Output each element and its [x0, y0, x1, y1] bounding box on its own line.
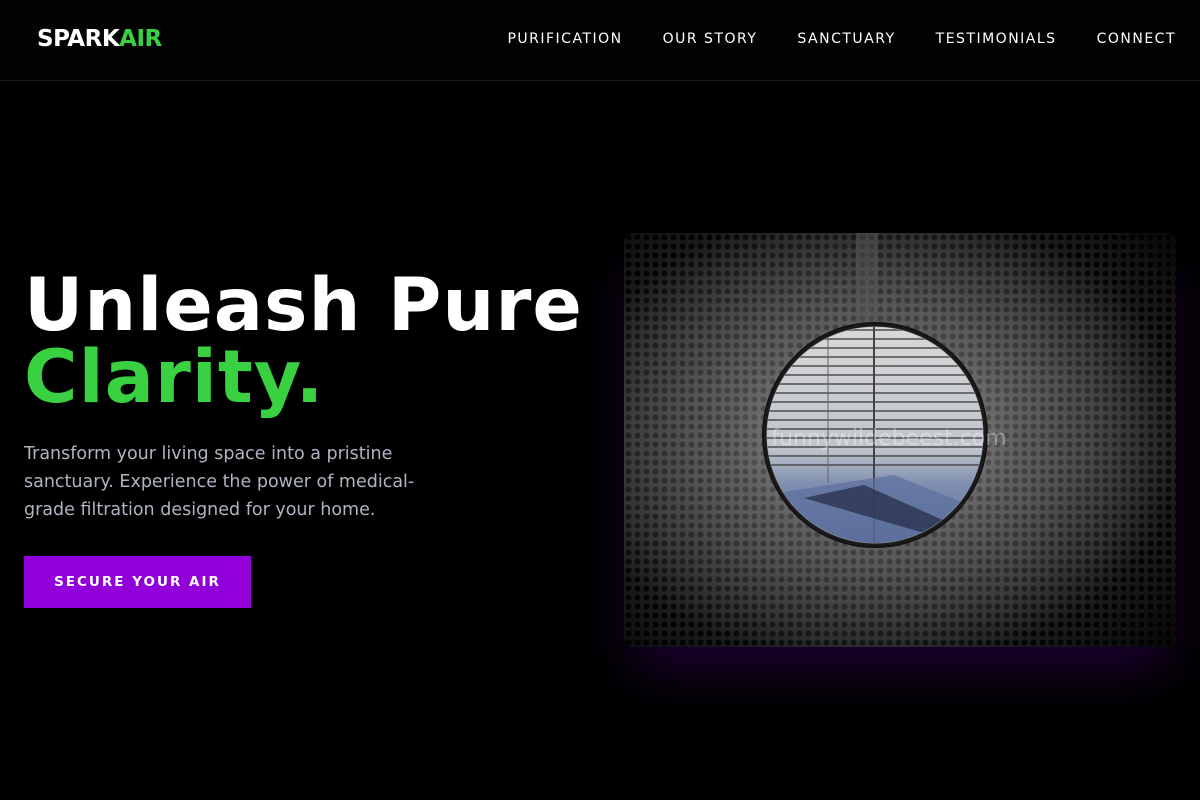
tunnel-illustration: funnywildebeest.com [624, 233, 1176, 647]
brand-logo[interactable]: SPARKAIR [37, 26, 162, 53]
brand-logo-part1: SPARK [37, 26, 120, 52]
secure-your-air-button[interactable]: SECURE YOUR AIR [24, 556, 251, 608]
nav-link-our-story[interactable]: OUR STORY [663, 31, 758, 47]
nav-link-connect[interactable]: CONNECT [1097, 31, 1176, 47]
nav-link-purification[interactable]: PURIFICATION [507, 31, 622, 47]
brand-logo-part2: AIR [119, 26, 162, 52]
hero-image: funnywildebeest.com [624, 233, 1176, 647]
image-watermark: funnywildebeest.com [771, 426, 1006, 451]
nav-link-sanctuary[interactable]: SANCTUARY [797, 31, 895, 47]
main-nav: PURIFICATION OUR STORY SANCTUARY TESTIMO… [507, 31, 1176, 47]
nav-link-testimonials[interactable]: TESTIMONIALS [936, 31, 1057, 47]
site-header: SPARKAIR PURIFICATION OUR STORY SANCTUAR… [0, 0, 1200, 81]
hero-title: Unleash Pure Clarity. [24, 263, 583, 420]
hero-title-line2: Clarity. [24, 335, 325, 420]
hero-title-line1: Unleash Pure [24, 263, 583, 348]
hero-subtitle: Transform your living space into a prist… [24, 444, 415, 520]
